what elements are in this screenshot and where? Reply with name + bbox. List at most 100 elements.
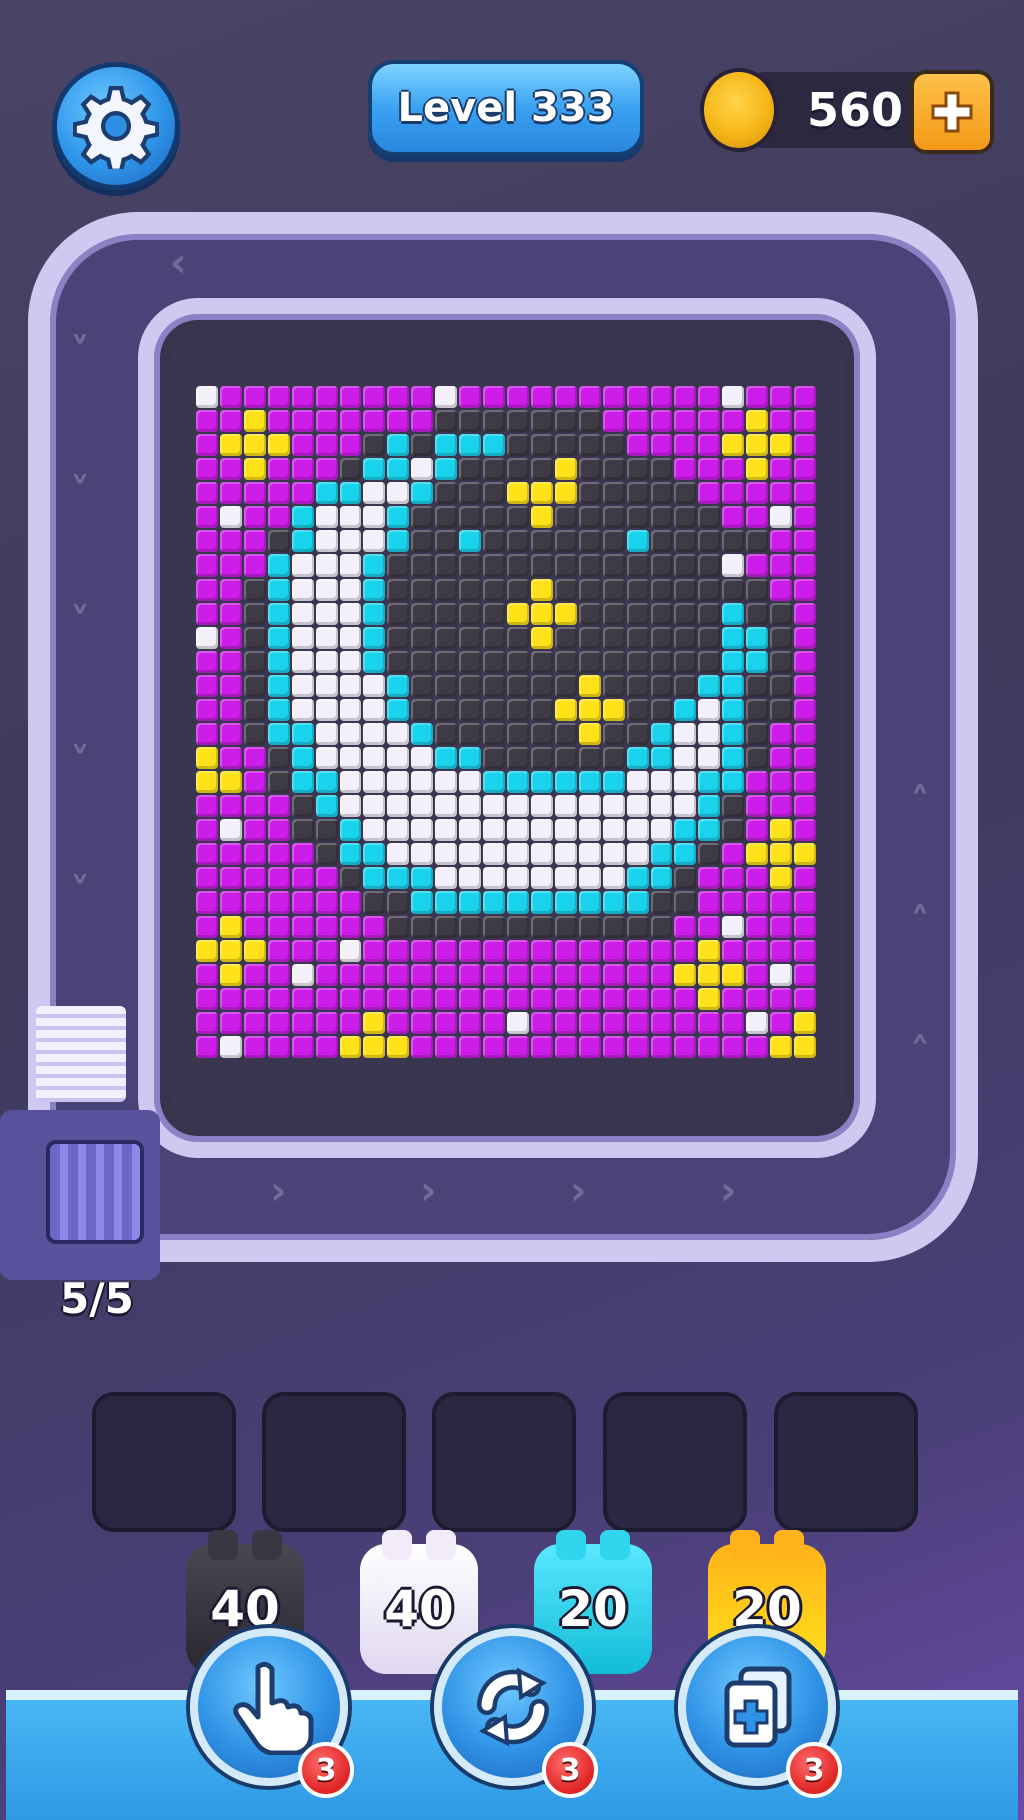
pixel-block [674, 626, 697, 649]
pixel-block [746, 747, 769, 770]
pixel-block [363, 891, 386, 914]
pixel-block [626, 747, 649, 770]
pixel-block [746, 650, 769, 673]
settings-button[interactable] [52, 62, 180, 190]
pixel-block [650, 650, 673, 673]
pixel-block [698, 554, 721, 577]
holding-slot[interactable] [603, 1392, 747, 1532]
pixel-block [267, 819, 290, 842]
pixel-block [674, 578, 697, 601]
pixel-block [506, 554, 529, 577]
pixel-block [626, 386, 649, 409]
pixel-block [435, 386, 458, 409]
pixel-block [602, 891, 625, 914]
pixel-block [794, 602, 816, 625]
pixel-block [506, 747, 529, 770]
pixel-block [794, 1011, 816, 1034]
pixel-block [746, 1035, 769, 1058]
pixel-block [315, 698, 338, 721]
pixel-block [506, 939, 529, 962]
add-coins-button[interactable] [910, 70, 994, 154]
pixel-block [722, 771, 745, 794]
pixel-block [578, 506, 601, 529]
pixel-block [291, 987, 314, 1010]
pixel-block [387, 771, 410, 794]
pixel-block [315, 722, 338, 746]
pixel-block [746, 578, 769, 601]
pixel-block [506, 1035, 529, 1058]
pixel-block [243, 554, 266, 577]
pixel-block [554, 891, 577, 914]
pixel-block [794, 747, 816, 770]
pixel-block [578, 915, 601, 938]
pixel-block [650, 747, 673, 770]
pixel-block [722, 434, 745, 457]
level-indicator[interactable]: Level 333 [368, 60, 644, 156]
pixel-block [554, 963, 577, 986]
pixel-block [459, 578, 482, 601]
pixel-block [650, 891, 673, 914]
pixel-block [483, 530, 505, 553]
pixel-block [435, 987, 458, 1010]
pixel-block [626, 602, 649, 625]
pixel-block [770, 674, 793, 697]
pixel-block [626, 795, 649, 818]
pixel-block [291, 1011, 314, 1034]
holding-slot[interactable] [262, 1392, 406, 1532]
pixel-block [459, 987, 482, 1010]
pixel-block [698, 747, 721, 770]
pixel-block [315, 747, 338, 770]
pixel-block [770, 867, 793, 890]
pixel-block [387, 698, 410, 721]
pixel-block [578, 819, 601, 842]
pixel-block [267, 987, 290, 1010]
pixel-block [459, 434, 482, 457]
pixel-block [674, 915, 697, 938]
pixel-block [411, 939, 434, 962]
pixel-block [770, 747, 793, 770]
pixel-block [506, 386, 529, 409]
pixel-block [483, 410, 505, 433]
pixel-block [339, 602, 362, 625]
pixel-block [339, 722, 362, 746]
pixel-block [291, 939, 314, 962]
pixel-block [459, 410, 482, 433]
pixel-block [674, 722, 697, 746]
holding-slot[interactable] [432, 1392, 576, 1532]
pixel-block [243, 434, 266, 457]
pixel-block [483, 1011, 505, 1034]
pixel-block [530, 554, 553, 577]
pixel-block [674, 554, 697, 577]
pixel-block [363, 482, 386, 505]
pixel-block [483, 554, 505, 577]
pixel-block [722, 530, 745, 553]
pixel-block [746, 939, 769, 962]
pixel-block [387, 722, 410, 746]
pixel-block [196, 410, 218, 433]
pixel-block [339, 867, 362, 890]
pixel-block [794, 530, 816, 553]
pixel-block [554, 795, 577, 818]
pixel-block [483, 698, 505, 721]
pixel-block [722, 674, 745, 697]
holding-slot[interactable] [774, 1392, 918, 1532]
pixel-block [722, 410, 745, 433]
pixel-block [315, 482, 338, 505]
pixel-block [650, 1035, 673, 1058]
pixel-block [698, 410, 721, 433]
pixel-block [196, 698, 218, 721]
pixel-art-board [196, 386, 816, 1058]
pixel-block [674, 987, 697, 1010]
pixel-block [243, 530, 266, 553]
pixel-block [363, 434, 386, 457]
holding-slot[interactable] [92, 1392, 236, 1532]
pixel-block [411, 722, 434, 746]
pixel-block [435, 843, 458, 866]
pixel-block [578, 626, 601, 649]
track-arrow-icon: › [270, 1168, 287, 1214]
pixel-block [339, 506, 362, 529]
pixel-block [530, 939, 553, 962]
pixel-block [674, 674, 697, 697]
pixel-block [650, 554, 673, 577]
pixel-block [506, 1011, 529, 1034]
